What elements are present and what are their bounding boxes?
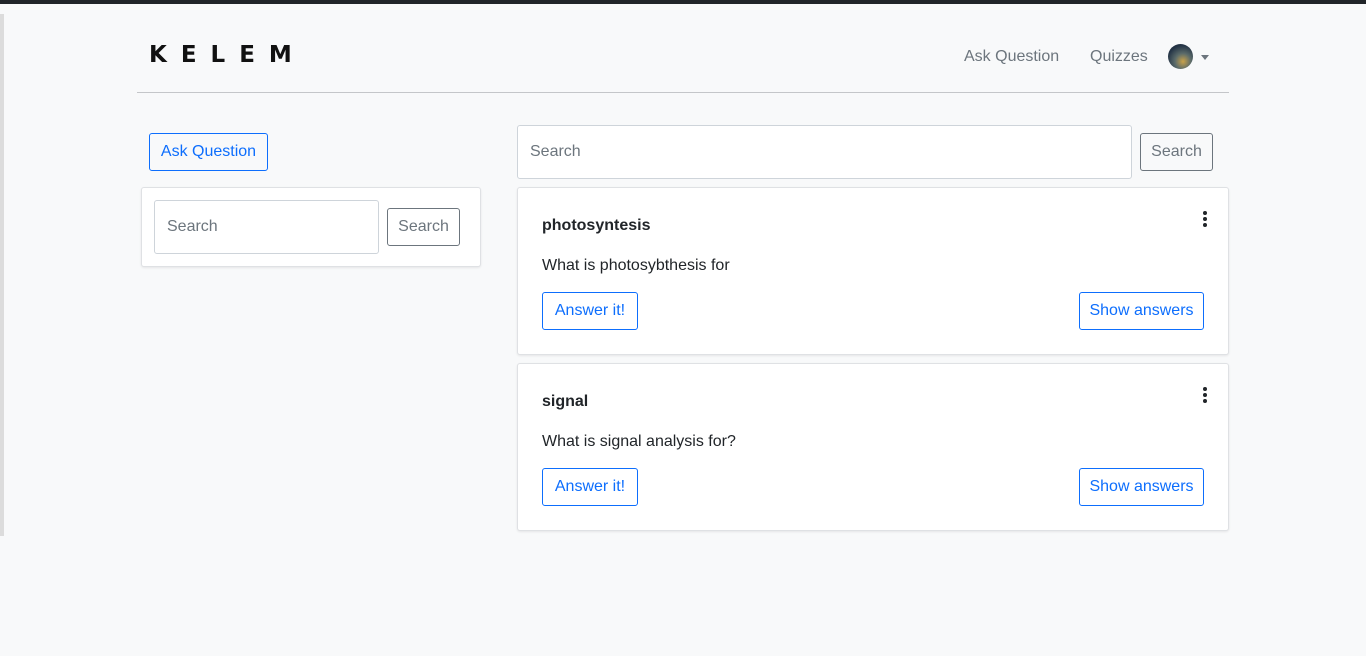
- show-answers-button[interactable]: Show answers: [1079, 468, 1204, 506]
- more-options-icon[interactable]: [1202, 211, 1208, 227]
- show-answers-button[interactable]: Show answers: [1079, 292, 1204, 330]
- left-edge-strip: [0, 14, 4, 536]
- answer-button[interactable]: Answer it!: [542, 468, 638, 506]
- user-avatar-icon[interactable]: [1168, 44, 1193, 69]
- question-card: signal What is signal analysis for? Answ…: [517, 363, 1229, 531]
- answer-button[interactable]: Answer it!: [542, 292, 638, 330]
- main-search-input[interactable]: Search: [517, 125, 1132, 179]
- nav-quizzes[interactable]: Quizzes: [1090, 48, 1148, 66]
- question-body: What is photosybthesis for: [542, 257, 730, 274]
- sidebar-search-button[interactable]: Search: [387, 208, 460, 246]
- sidebar-search-panel: Search Search: [141, 187, 481, 267]
- nav-ask-question[interactable]: Ask Question: [964, 48, 1059, 66]
- navbar: KELEM Ask Question Quizzes: [137, 22, 1229, 93]
- question-card: photosyntesis What is photosybthesis for…: [517, 187, 1229, 355]
- window-top-bar: [0, 0, 1366, 4]
- brand-logo[interactable]: KELEM: [149, 42, 306, 68]
- question-title: signal: [542, 393, 589, 410]
- ask-question-button[interactable]: Ask Question: [149, 133, 268, 171]
- more-options-icon[interactable]: [1202, 387, 1208, 403]
- sidebar-search-input[interactable]: Search: [154, 200, 379, 254]
- main-search-button[interactable]: Search: [1140, 133, 1213, 171]
- question-title: photosyntesis: [542, 217, 651, 234]
- chevron-down-icon[interactable]: [1201, 55, 1209, 60]
- question-body: What is signal analysis for?: [542, 433, 736, 450]
